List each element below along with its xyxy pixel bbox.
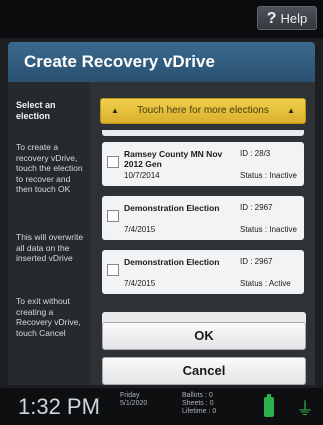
sidebar-warning: This will overwrite all data on the inse… [16, 232, 84, 263]
sidebar-instruction: To create a recovery vDrive, touch the e… [16, 142, 83, 194]
ok-button[interactable]: OK [102, 322, 306, 350]
ballots-count: Ballots : 0 [182, 392, 213, 399]
help-label: Help [280, 11, 308, 26]
top-bar: ? Help [0, 0, 323, 38]
election-date: 7/4/2015 [124, 225, 156, 234]
election-name: Ramsey County MN Nov 2012 Gen [124, 149, 223, 169]
election-status: Status : Active [240, 279, 291, 288]
election-id: ID : 2967 [240, 203, 273, 212]
list-item[interactable]: Demonstration Election ID : 2967 7/4/201… [102, 250, 304, 294]
more-elections-button[interactable]: ▲ Touch here for more elections ▲ [100, 98, 306, 124]
date-label: 5/1/2020 [120, 400, 148, 407]
list-item[interactable]: Ramsey County MN Nov 2012 Gen ID : 28/3 … [102, 142, 304, 186]
election-status: Status : Inactive [240, 171, 297, 180]
election-list: Ramsey County MN Nov 2012 Gen ID : 28/3 … [102, 130, 304, 305]
more-elections-label: Touch here for more elections [137, 105, 269, 116]
row-checkbox[interactable] [107, 156, 119, 168]
row-checkbox[interactable] [107, 264, 119, 276]
help-icon: ? [266, 10, 277, 27]
election-id: ID : 28/3 [240, 149, 271, 158]
election-id: ID : 2967 [240, 257, 273, 266]
battery-icon [264, 394, 274, 417]
election-date: 10/7/2014 [124, 171, 160, 180]
election-name: Demonstration Election [124, 257, 220, 267]
election-status: Status : Inactive [240, 225, 297, 234]
election-name: Demonstration Election [124, 203, 220, 213]
date-display: Friday 5/1/2020 [120, 392, 147, 408]
page-header: Create Recovery vDrive [8, 42, 315, 82]
help-button[interactable]: ? Help [257, 6, 317, 30]
sheets-count: Sheets : 0 [182, 400, 214, 407]
list-item-partial[interactable] [102, 130, 304, 136]
day-label: Friday [120, 392, 140, 399]
sidebar-heading: Select an election [16, 100, 56, 121]
content-frame: Select an election To create a recovery … [8, 82, 315, 385]
list-item[interactable]: Demonstration Election ID : 2967 7/4/201… [102, 196, 304, 240]
power-plug-icon: ⏚ [296, 399, 314, 419]
cancel-button[interactable]: Cancel [102, 357, 306, 385]
instructions-sidebar: Select an election To create a recovery … [8, 82, 90, 385]
sidebar-exit-instruction: To exit without creating a Recovery vDri… [16, 296, 81, 338]
row-checkbox[interactable] [107, 210, 119, 222]
page-title: Create Recovery vDrive [24, 52, 215, 71]
lifetime-count: Lifetime : 0 [182, 408, 217, 415]
election-panel: ▲ Touch here for more elections ▲ Ramsey… [94, 82, 309, 385]
scroll-up-icon: ▲ [287, 106, 295, 115]
status-bar: 1:32 PM Friday 5/1/2020 Ballots : 0 Shee… [0, 388, 323, 425]
scroll-up-icon: ▲ [111, 106, 119, 115]
clock-time: 1:32 PM [18, 394, 100, 419]
election-date: 7/4/2015 [124, 279, 156, 288]
ballot-counts: Ballots : 0 Sheets : 0 Lifetime : 0 [182, 392, 216, 416]
